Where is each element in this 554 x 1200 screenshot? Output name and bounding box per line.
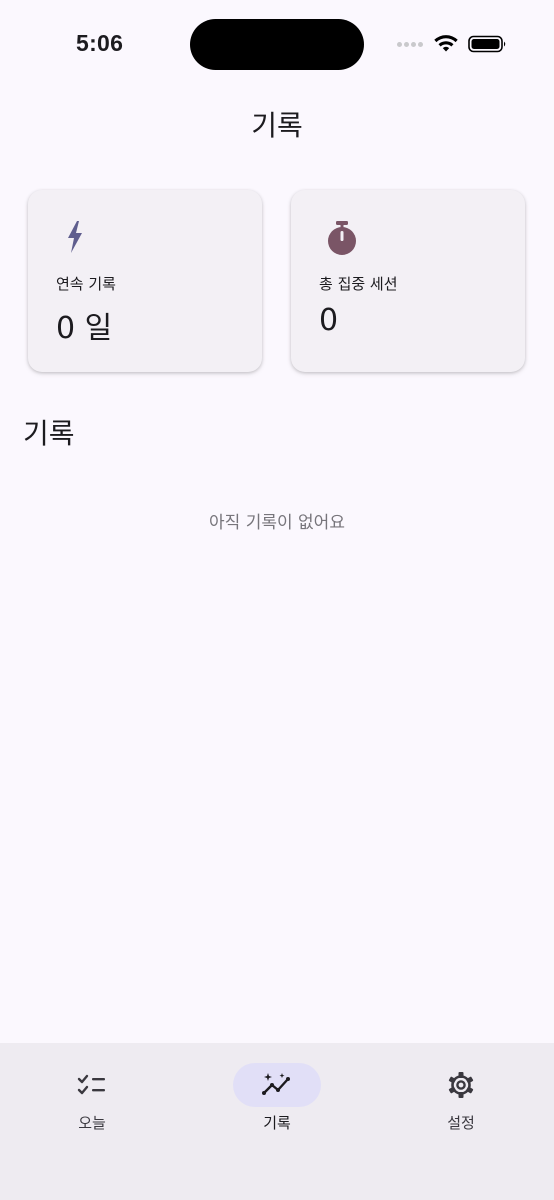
empty-state-message: 아직 기록이 없어요 (209, 513, 345, 533)
stat-label: 연속 기록 (56, 275, 116, 293)
checklist-icon (77, 1074, 105, 1095)
nav-icon-container (417, 1063, 505, 1107)
stat-label: 총 집중 세션 (319, 275, 398, 293)
focus-sessions-stat-card: 총 집중 세션 0 (291, 190, 525, 372)
wifi-icon (434, 35, 458, 52)
battery-icon (468, 35, 506, 53)
records-section-title: 기록 (23, 417, 75, 450)
cellular-signal-icon (397, 42, 423, 47)
nav-tab-today[interactable]: 오늘 (32, 1063, 152, 1133)
status-bar: 5:06 (0, 0, 554, 90)
nav-icon-container (48, 1063, 136, 1107)
nav-label: 오늘 (78, 1114, 106, 1132)
gear-icon (448, 1072, 474, 1098)
stat-value: 0 (319, 303, 339, 338)
nav-icon-container-active (233, 1063, 321, 1107)
trend-sparkle-icon (262, 1073, 290, 1095)
bottom-navigation-bar: 오늘 기록 설정 (0, 1043, 554, 1200)
stopwatch-icon (328, 221, 356, 255)
streak-stat-card: 연속 기록 0 일 (28, 190, 262, 372)
dynamic-island (190, 19, 364, 70)
nav-label: 기록 (263, 1114, 291, 1132)
nav-tab-records[interactable]: 기록 (217, 1063, 337, 1133)
stat-value: 0 일 (56, 311, 113, 346)
status-time: 5:06 (76, 30, 124, 56)
lightning-bolt-icon (68, 221, 82, 253)
nav-label: 설정 (447, 1114, 475, 1132)
page-title: 기록 (251, 109, 303, 142)
nav-tab-settings[interactable]: 설정 (401, 1063, 521, 1133)
